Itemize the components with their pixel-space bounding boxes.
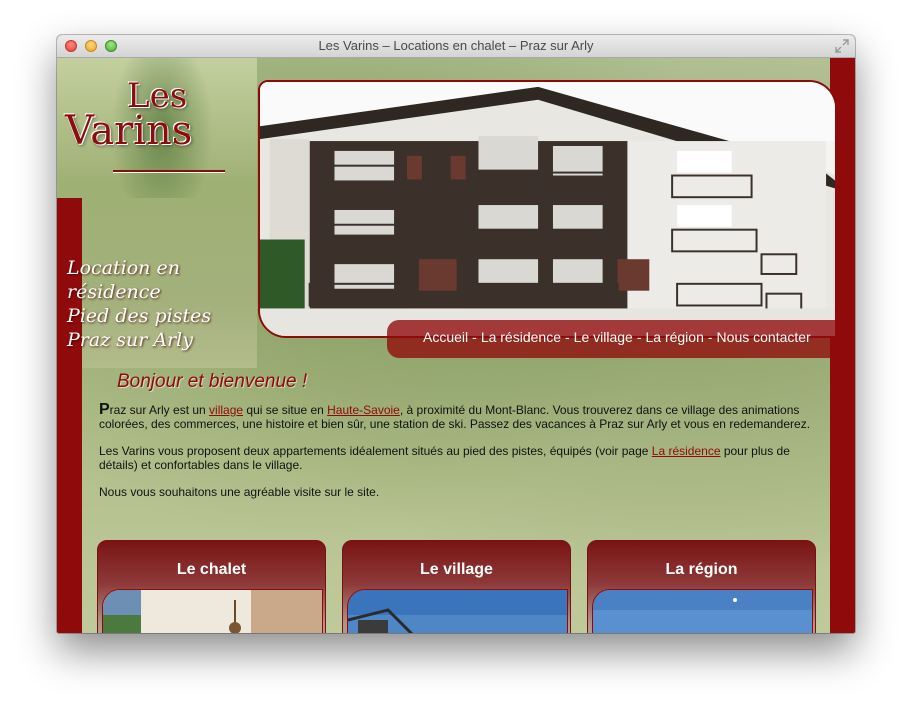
welcome-heading: Bonjour et bienvenue !	[117, 371, 308, 392]
nav-separator: -	[636, 329, 642, 345]
closing-paragraph: Nous vous souhaitons une agréable visite…	[99, 485, 380, 499]
tagline-line: résidence	[67, 281, 161, 303]
nav-item-la-region[interactable]: La région	[645, 329, 703, 345]
page-content: Les Varins Location en résidence Pied de…	[57, 58, 855, 633]
la-residence-link[interactable]: La résidence	[652, 444, 721, 458]
fullscreen-icon[interactable]	[835, 39, 849, 53]
logo-varins[interactable]: Varins	[65, 108, 192, 154]
logo-underline	[113, 170, 225, 172]
nav-item-nous-contacter[interactable]: Nous contacter	[717, 329, 811, 345]
card-title: La région	[665, 561, 738, 578]
text: Les Varins vous proposent deux apparteme…	[99, 444, 652, 458]
card-image	[102, 589, 323, 633]
card-le-village[interactable]: Le village	[342, 540, 571, 633]
intro-text: Praz sur Arly est un village qui se situ…	[99, 401, 819, 512]
chalet-building-image	[260, 82, 835, 336]
haute-savoie-link[interactable]: Haute-Savoie	[327, 403, 400, 417]
text: raz sur Arly est un	[109, 403, 210, 417]
dropcap: P	[99, 401, 110, 418]
nav-item-le-village[interactable]: Le village	[574, 329, 633, 345]
window-title: Les Varins – Locations en chalet – Praz …	[318, 38, 594, 53]
nav-item-accueil[interactable]: Accueil	[423, 329, 468, 345]
title-bar: Les Varins – Locations en chalet – Praz …	[57, 35, 855, 58]
tagline: Location en résidence Pied des pistes Pr…	[67, 256, 211, 352]
text: qui se situe en	[243, 403, 328, 417]
nav-separator: -	[472, 329, 477, 345]
card-image	[592, 589, 813, 633]
card-image	[347, 589, 568, 633]
tagline-line: Location en	[67, 257, 180, 279]
apartments-paragraph: Les Varins vous proposent deux apparteme…	[99, 444, 819, 472]
card-la-region[interactable]: La région	[587, 540, 816, 633]
browser-window: Les Varins – Locations en chalet – Praz …	[57, 35, 855, 633]
tagline-line: Pied des pistes	[67, 305, 212, 327]
card-title: Le chalet	[176, 561, 247, 578]
header-photo	[258, 80, 837, 338]
intro-paragraph: Praz sur Arly est un village qui se situ…	[99, 401, 819, 432]
tagline-line: Praz sur Arly	[67, 329, 193, 351]
card-le-chalet[interactable]: Le chalet	[97, 540, 326, 633]
village-link[interactable]: village	[209, 403, 243, 417]
card-title: Le village	[420, 561, 493, 578]
nav-separator: -	[707, 329, 713, 345]
nav-separator: -	[564, 329, 570, 345]
main-navigation: Accueil - La résidence - Le village - La régio…	[387, 320, 855, 358]
nav-item-la-residence[interactable]: La résidence	[481, 329, 561, 345]
